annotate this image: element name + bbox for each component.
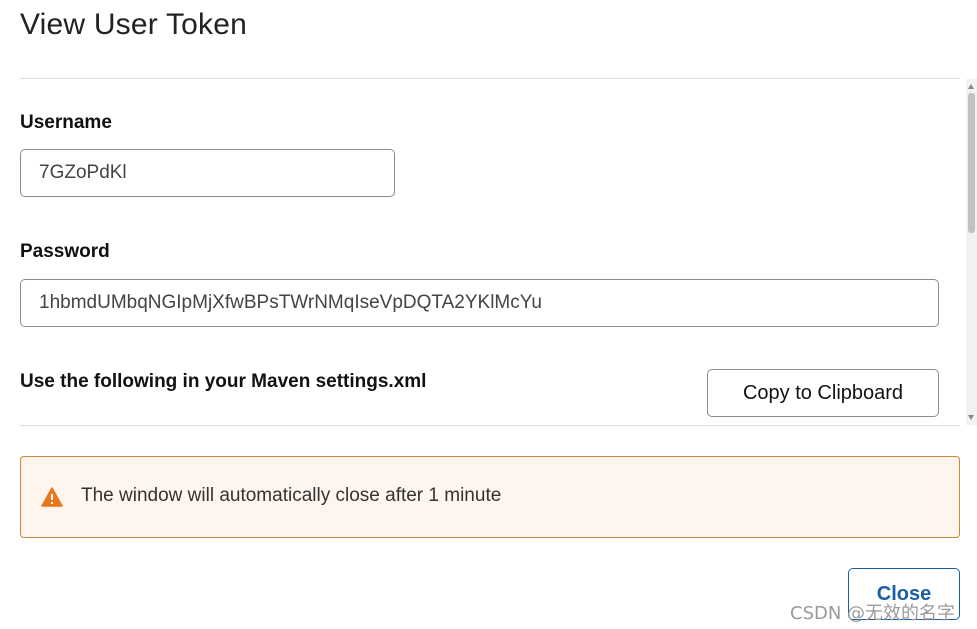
password-field[interactable]	[20, 279, 939, 327]
section-divider	[20, 425, 960, 426]
password-label: Password	[20, 241, 110, 262]
watermark-text: CSDN @无效的名字	[790, 603, 956, 624]
copy-to-clipboard-button[interactable]: Copy to Clipboard	[707, 369, 939, 417]
details-scrollbar[interactable]	[966, 79, 977, 425]
scroll-down-arrow-icon[interactable]	[968, 415, 974, 420]
scrollbar-thumb[interactable]	[968, 93, 975, 233]
alert-message: The window will automatically close afte…	[81, 485, 502, 506]
token-details-section: Username Password Use the following in y…	[0, 79, 977, 425]
auto-close-warning-alert: The window will automatically close afte…	[20, 456, 960, 538]
username-label: Username	[20, 112, 112, 133]
view-user-token-dialog: View User Token Username Password Use th…	[0, 0, 977, 629]
warning-triangle-icon	[41, 487, 63, 507]
username-field[interactable]	[20, 149, 395, 197]
scroll-up-arrow-icon[interactable]	[968, 84, 974, 89]
dialog-title: View User Token	[20, 8, 248, 41]
maven-settings-label: Use the following in your Maven settings…	[20, 371, 427, 392]
